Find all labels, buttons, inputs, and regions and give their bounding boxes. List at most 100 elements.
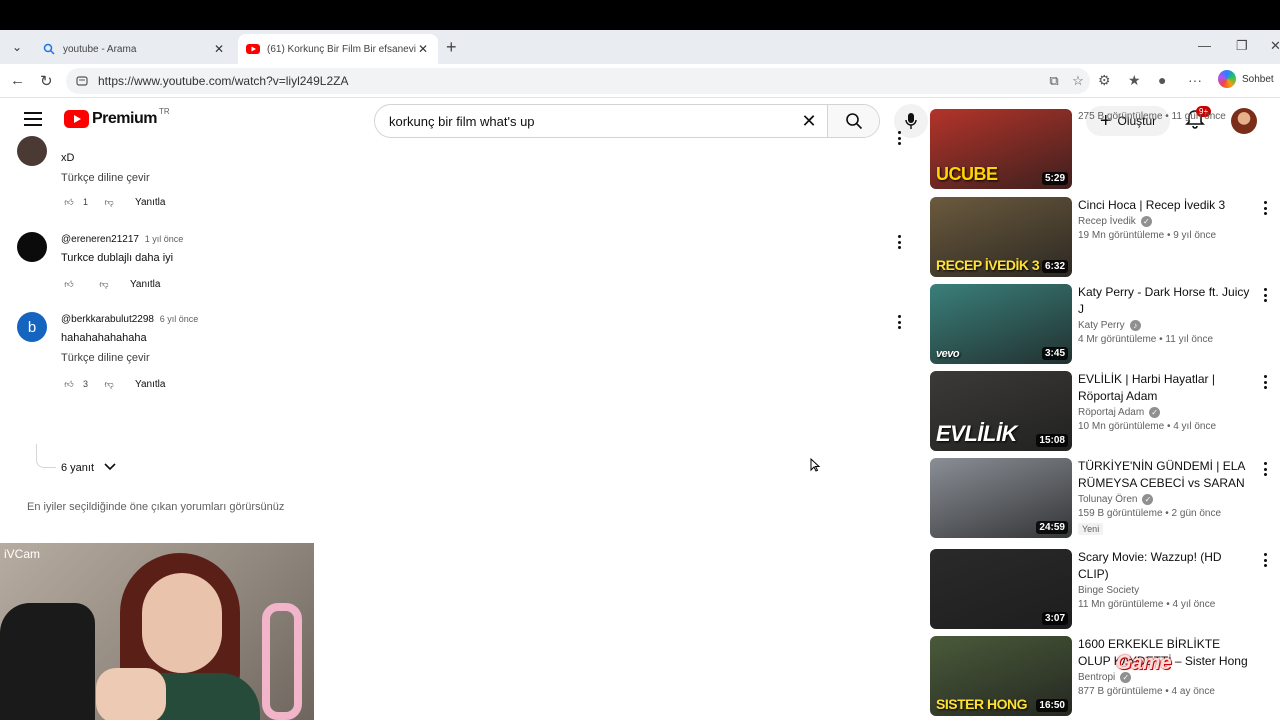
favorites-icon[interactable]: ★: [1128, 72, 1141, 89]
chair: [0, 603, 95, 720]
webcam-label: iVCam: [4, 547, 41, 561]
extensions-icon[interactable]: ⚙: [1098, 72, 1111, 89]
video-more-icon[interactable]: [1260, 201, 1270, 215]
comment-more-icon[interactable]: [891, 234, 907, 250]
video-item[interactable]: EVLİLİK 15:08 EVLİLİK | Harbi Hayatlar |…: [930, 371, 1280, 453]
video-more-icon[interactable]: [1260, 553, 1270, 567]
video-item[interactable]: 24:59 TÜRKİYE'NİN GÜNDEMİ | ELA RÜMEYSA …: [930, 458, 1280, 540]
copilot-icon: [1218, 70, 1236, 88]
channel-name[interactable]: Recep İvedik ✓: [1078, 216, 1250, 227]
like-icon[interactable]: 👍︎: [61, 276, 77, 292]
like-icon[interactable]: 👍︎: [61, 194, 77, 210]
video-duration: 5:29: [1041, 172, 1068, 185]
maximize-icon[interactable]: ❐: [1236, 38, 1248, 54]
commenter-avatar[interactable]: b: [17, 312, 47, 342]
video-title[interactable]: Katy Perry - Dark Horse ft. Juicy J: [1078, 284, 1250, 318]
video-stats: 11 Mn görüntüleme • 4 yıl önce: [1078, 599, 1216, 610]
video-item[interactable]: RECEP İVEDİK 3 6:32 Cinci Hoca | Recep İ…: [930, 197, 1280, 279]
search-button[interactable]: [827, 105, 879, 137]
reload-icon[interactable]: ↻: [40, 72, 53, 90]
video-thumbnail[interactable]: 24:59: [930, 458, 1072, 538]
video-thumbnail[interactable]: RECEP İVEDİK 3 6:32: [930, 197, 1072, 277]
new-tab-icon[interactable]: +: [446, 37, 457, 58]
comment-meta: @ereneren21217 1 yıl önce: [61, 234, 183, 245]
video-thumbnail[interactable]: SISTER HONG 16:50: [930, 636, 1072, 716]
close-tab-icon[interactable]: ✕: [212, 42, 226, 56]
microphone: [262, 603, 302, 720]
video-info: Scary Movie: Wazzup! (HD CLIP) Binge Soc…: [1078, 549, 1250, 610]
profile-icon[interactable]: ●: [1158, 72, 1166, 88]
video-thumbnail[interactable]: EVLİLİK 15:08: [930, 371, 1072, 451]
video-thumbnail[interactable]: UCUBE 5:29: [930, 109, 1072, 189]
comment-more-icon[interactable]: [891, 314, 907, 330]
dislike-icon[interactable]: 👎︎: [101, 376, 117, 392]
close-tab-icon[interactable]: ✕: [416, 42, 430, 56]
tab-search[interactable]: youtube - Arama ✕: [34, 34, 234, 64]
comment-more-icon[interactable]: [891, 130, 907, 146]
youtube-page: Premium TR korkunç bir film what's up ✕ …: [0, 98, 1280, 720]
video-more-icon[interactable]: [1260, 462, 1270, 476]
commenter-avatar[interactable]: [17, 232, 47, 262]
video-duration: 15:08: [1036, 434, 1068, 447]
commenter-avatar[interactable]: [17, 136, 47, 166]
youtube-logo[interactable]: Premium TR: [64, 107, 170, 128]
channel-name[interactable]: Binge Society: [1078, 585, 1250, 596]
tab-actions-icon[interactable]: ⌄: [6, 36, 28, 58]
reply-button[interactable]: Yanıtla: [135, 379, 165, 390]
comment-author[interactable]: @berkkarabulut2298: [61, 314, 154, 325]
thumbnail-text: EVLİLİK: [936, 421, 1017, 446]
video-stats: 10 Mn görüntüleme • 4 yıl önce: [1078, 421, 1217, 432]
search-box[interactable]: korkunç bir film what's up ✕: [374, 104, 880, 138]
translate-link[interactable]: Türkçe diline çevir: [61, 172, 150, 184]
more-menu-icon[interactable]: ···: [1188, 72, 1202, 88]
video-title[interactable]: Scary Movie: Wazzup! (HD CLIP): [1078, 549, 1250, 583]
mouse-cursor-icon: [810, 458, 820, 472]
video-item[interactable]: 3:07 Scary Movie: Wazzup! (HD CLIP) Bing…: [930, 549, 1280, 631]
comment-author[interactable]: @ereneren21217: [61, 234, 139, 245]
video-more-icon[interactable]: [1260, 288, 1270, 302]
video-item[interactable]: SISTER HONG 16:50 1600 ERKEKLE BİRLİKTE …: [930, 636, 1280, 718]
menu-icon[interactable]: [24, 112, 42, 126]
video-title[interactable]: EVLİLİK | Harbi Hayatlar | Röportaj Adam: [1078, 371, 1250, 405]
tab-title: youtube - Arama: [63, 43, 137, 55]
copilot-label: Sohbet: [1242, 73, 1274, 85]
video-title[interactable]: TÜRKİYE'NİN GÜNDEMİ | ELA RÜMEYSA CEBECİ…: [1078, 458, 1250, 492]
tab-youtube[interactable]: (61) Korkunç Bir Film Bir efsanevi Vi ✕: [238, 34, 438, 64]
channel-name[interactable]: Katy Perry ♪: [1078, 320, 1250, 331]
dislike-icon[interactable]: 👎︎: [96, 276, 112, 292]
close-window-icon[interactable]: ✕: [1270, 38, 1280, 54]
reply-button[interactable]: Yanıtla: [135, 197, 165, 208]
dislike-icon[interactable]: 👎︎: [101, 194, 117, 210]
video-more-icon[interactable]: [1260, 375, 1270, 389]
clear-search-icon[interactable]: ✕: [791, 111, 827, 132]
minimize-icon[interactable]: —: [1198, 38, 1211, 53]
youtube-play-icon: [64, 110, 89, 128]
channel-name[interactable]: Tolunay Ören ✓: [1078, 494, 1250, 505]
mic-icon: [905, 113, 917, 129]
app-available-icon[interactable]: ⧉: [1042, 73, 1066, 89]
video-thumbnail[interactable]: vevo 3:45: [930, 284, 1072, 364]
comment-time[interactable]: 6 yıl önce: [160, 314, 199, 324]
search-input[interactable]: korkunç bir film what's up: [375, 114, 791, 129]
show-replies-button[interactable]: 6 yanıt: [61, 462, 116, 474]
video-item[interactable]: UCUBE 5:29 275 B görüntüleme • 11 gün ön…: [930, 109, 1280, 191]
verified-icon: ✓: [1142, 494, 1154, 505]
comment-text: hahahahahahaha: [61, 332, 147, 344]
video-thumbnail[interactable]: 3:07: [930, 549, 1072, 629]
comment-time[interactable]: 1 yıl önce: [145, 234, 184, 244]
reply-button[interactable]: Yanıtla: [130, 279, 160, 290]
channel-name[interactable]: Röportaj Adam ✓: [1078, 407, 1250, 418]
like-icon[interactable]: 👍︎: [61, 376, 77, 392]
translate-link[interactable]: Türkçe diline çevir: [61, 352, 150, 364]
video-item[interactable]: vevo 3:45 Katy Perry - Dark Horse ft. Ju…: [930, 284, 1280, 366]
copilot-button[interactable]: Sohbet: [1218, 70, 1274, 88]
video-title[interactable]: Cinci Hoca | Recep İvedik 3: [1078, 197, 1250, 214]
site-info-icon[interactable]: [74, 73, 90, 89]
comment-meta: @berkkarabulut2298 6 yıl önce: [61, 314, 198, 325]
back-icon[interactable]: ←: [10, 72, 25, 89]
best-comments-note: En iyiler seçildiğinde öne çıkan yorumla…: [27, 501, 285, 513]
url-text: https://www.youtube.com/watch?v=liyl249L…: [98, 74, 349, 88]
video-info: TÜRKİYE'NİN GÜNDEMİ | ELA RÜMEYSA CEBECİ…: [1078, 458, 1250, 537]
address-bar[interactable]: https://www.youtube.com/watch?v=liyl249L…: [66, 68, 1090, 94]
favorite-star-icon[interactable]: ☆: [1066, 73, 1090, 89]
